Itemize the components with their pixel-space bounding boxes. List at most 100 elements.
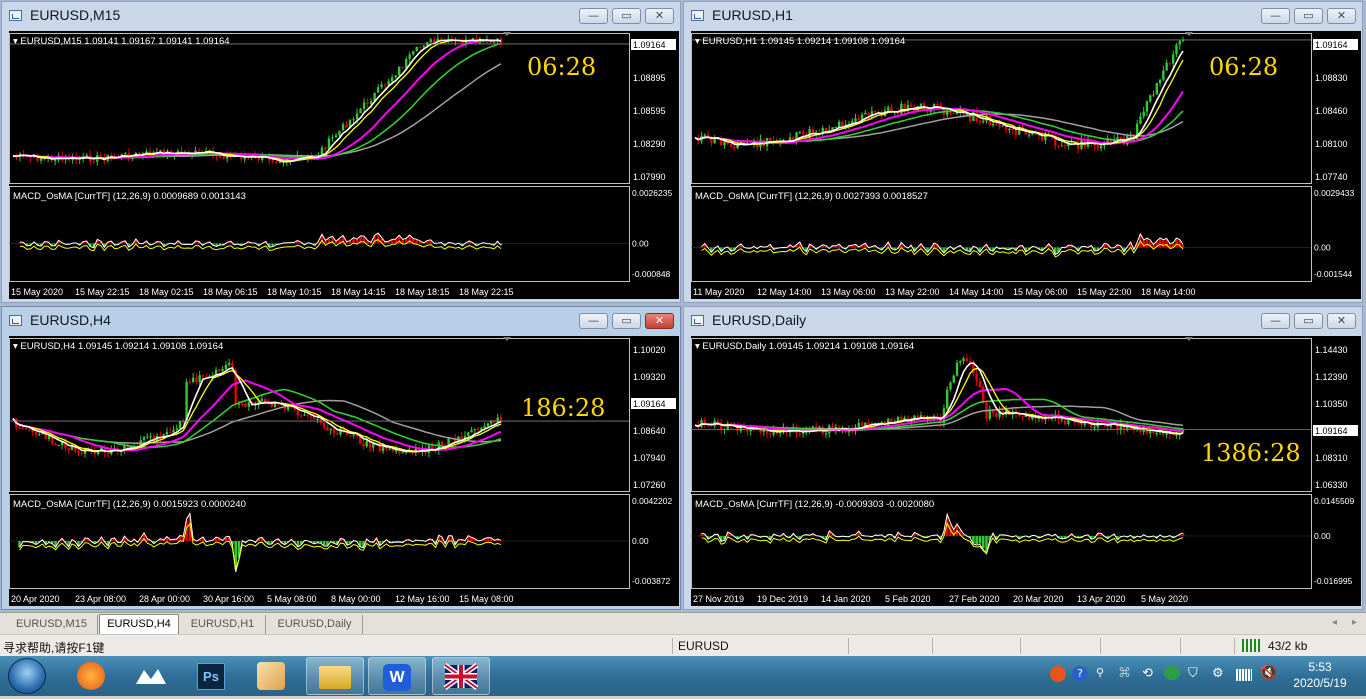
help-icon[interactable]: ?: [1072, 666, 1088, 682]
candle-body: [1100, 146, 1102, 148]
price-chart-svg[interactable]: ▾ EURUSD,Daily 1.09145 1.09214 1.09108 1…: [691, 336, 1361, 606]
maximize-button[interactable]: ▭: [1294, 313, 1323, 329]
wps-writer-icon[interactable]: W: [368, 657, 426, 695]
candle-body: [900, 104, 902, 114]
sogou-ime-icon[interactable]: [1050, 666, 1066, 682]
candle-body: [1015, 130, 1017, 135]
status-divider: [1020, 638, 1021, 654]
tab-eurusd-h1[interactable]: EURUSD,H1: [180, 615, 266, 634]
security-shield-icon[interactable]: ⛉: [1188, 666, 1198, 681]
update-icon[interactable]: ⚙: [1212, 666, 1224, 681]
system-clock[interactable]: 5:53 2020/5/19: [1280, 659, 1360, 691]
candle-body: [867, 113, 869, 115]
candle-body: [388, 449, 390, 450]
status-divider: [932, 638, 933, 654]
photoshop-icon[interactable]: Ps: [182, 657, 240, 695]
maximize-button[interactable]: ▭: [1294, 8, 1323, 24]
chart-area[interactable]: ▾ EURUSD,H4 1.09145 1.09214 1.09108 1.09…: [9, 336, 679, 606]
sync-icon[interactable]: ⟲: [1142, 666, 1153, 681]
maximize-button[interactable]: ▭: [612, 313, 641, 329]
chart-window-eurusd-h1[interactable]: EURUSD,H1 — ▭ ✕ ▾ EURUSD,H1 1.09145 1.09…: [683, 1, 1363, 303]
volume-muted-icon[interactable]: 🔇: [1260, 665, 1277, 681]
window-titlebar[interactable]: EURUSD,Daily — ▭ ✕: [684, 307, 1362, 334]
connection-status-icon: [1242, 639, 1262, 652]
wechat-icon[interactable]: [1164, 666, 1180, 680]
candle-body: [1172, 434, 1174, 435]
candle-body: [143, 437, 145, 440]
time-axis-label: 28 Apr 00:00: [139, 594, 190, 604]
macd-signal-line: [20, 524, 501, 569]
baidu-netdisk-icon[interactable]: [122, 657, 180, 695]
bar-countdown-timer: 186:28: [521, 394, 605, 422]
candle-body: [25, 428, 27, 429]
candle-body: [1057, 146, 1059, 147]
close-button[interactable]: ✕: [1327, 313, 1356, 329]
macd-scale-label: 0.0145509: [1314, 496, 1354, 506]
candle-body: [218, 370, 220, 371]
tab-eurusd-daily[interactable]: EURUSD,Daily: [267, 615, 363, 634]
candle-body: [222, 156, 224, 159]
tab-eurusd-h4[interactable]: EURUSD,H4: [99, 614, 179, 635]
price-scale-label: 1.08895: [633, 73, 666, 83]
minimize-button[interactable]: —: [579, 313, 608, 329]
tab-scroll-right-icon[interactable]: ▸: [1352, 617, 1357, 628]
candle-body: [1064, 419, 1066, 424]
minimize-button[interactable]: —: [1261, 313, 1290, 329]
status-divider: [848, 638, 849, 654]
file-explorer-icon[interactable]: [306, 657, 364, 695]
minimize-button[interactable]: —: [579, 8, 608, 24]
price-chart-svg[interactable]: ▾ EURUSD,H1 1.09145 1.09214 1.09108 1.09…: [691, 31, 1361, 299]
chart-window-eurusd-h4[interactable]: EURUSD,H4 — ▭ ✕ ▾ EURUSD,H4 1.09145 1.09…: [1, 306, 681, 610]
start-orb-icon[interactable]: [8, 658, 46, 694]
candle-body: [1159, 80, 1161, 83]
candle-body: [1018, 414, 1020, 416]
candle-body: [802, 132, 804, 135]
window-titlebar[interactable]: EURUSD,M15 — ▭ ✕: [2, 2, 680, 29]
close-button[interactable]: ✕: [1327, 8, 1356, 24]
candle-body: [40, 159, 42, 161]
candle-body: [195, 378, 197, 382]
ma-yellow-line: [13, 40, 501, 161]
candle-body: [979, 381, 981, 387]
price-chart-svg[interactable]: ▾ EURUSD,H4 1.09145 1.09214 1.09108 1.09…: [9, 336, 679, 606]
chart-area[interactable]: ▾ EURUSD,H1 1.09145 1.09214 1.09108 1.09…: [691, 31, 1361, 299]
candle-body: [841, 122, 843, 127]
network-share-icon[interactable]: ⌘: [1118, 666, 1131, 681]
chart-window-eurusd-daily[interactable]: EURUSD,Daily — ▭ ✕ ▾ EURUSD,Daily 1.0914…: [683, 306, 1363, 610]
candle-body: [272, 161, 274, 162]
close-button[interactable]: ✕: [645, 313, 674, 329]
close-button[interactable]: ✕: [645, 8, 674, 24]
candle-body: [920, 103, 922, 106]
chart-area[interactable]: ▾ EURUSD,M15 1.09141 1.09167 1.09141 1.0…: [9, 31, 679, 299]
paint-icon[interactable]: [242, 657, 300, 695]
time-axis-label: 13 May 22:00: [885, 287, 940, 297]
price-chart-svg[interactable]: ▾ EURUSD,M15 1.09141 1.09167 1.09141 1.0…: [9, 31, 679, 299]
media-player-icon[interactable]: [62, 657, 120, 695]
candle-body: [202, 375, 204, 376]
window-titlebar[interactable]: EURUSD,H4 — ▭ ✕: [2, 307, 680, 334]
candle-body: [275, 161, 277, 162]
chart-symbol-header: ▾ EURUSD,H4 1.09145 1.09214 1.09108 1.09…: [13, 341, 223, 352]
candle-body: [1080, 423, 1082, 425]
window-titlebar[interactable]: EURUSD,H1 — ▭ ✕: [684, 2, 1362, 29]
price-scale-label: 1.07990: [633, 172, 666, 182]
candle-body: [169, 432, 171, 433]
time-axis-label: 27 Nov 2019: [693, 594, 744, 604]
candle-body: [1097, 145, 1099, 148]
tab-eurusd-m15[interactable]: EURUSD,M15: [6, 615, 98, 634]
maximize-button[interactable]: ▭: [612, 8, 641, 24]
network-signal-icon[interactable]: [1236, 669, 1252, 681]
bar-countdown-timer: 1386:28: [1201, 439, 1301, 467]
minimize-button[interactable]: —: [1261, 8, 1290, 24]
candle-body: [1061, 419, 1063, 420]
candle-body: [326, 427, 328, 430]
usb-icon[interactable]: ⚲: [1096, 666, 1104, 679]
time-axis-label: 15 May 22:15: [75, 287, 130, 297]
chart-window-icon: [691, 315, 704, 326]
candle-body: [917, 416, 919, 417]
chart-window-eurusd-m15[interactable]: EURUSD,M15 — ▭ ✕ ▾ EURUSD,M15 1.09141 1.…: [1, 1, 681, 303]
uk-flag-icon[interactable]: [432, 657, 490, 695]
tab-scroll-left-icon[interactable]: ◂: [1332, 617, 1337, 628]
bar-countdown-timer: 06:28: [1209, 53, 1278, 81]
chart-area[interactable]: ▾ EURUSD,Daily 1.09145 1.09214 1.09108 1…: [691, 336, 1361, 606]
